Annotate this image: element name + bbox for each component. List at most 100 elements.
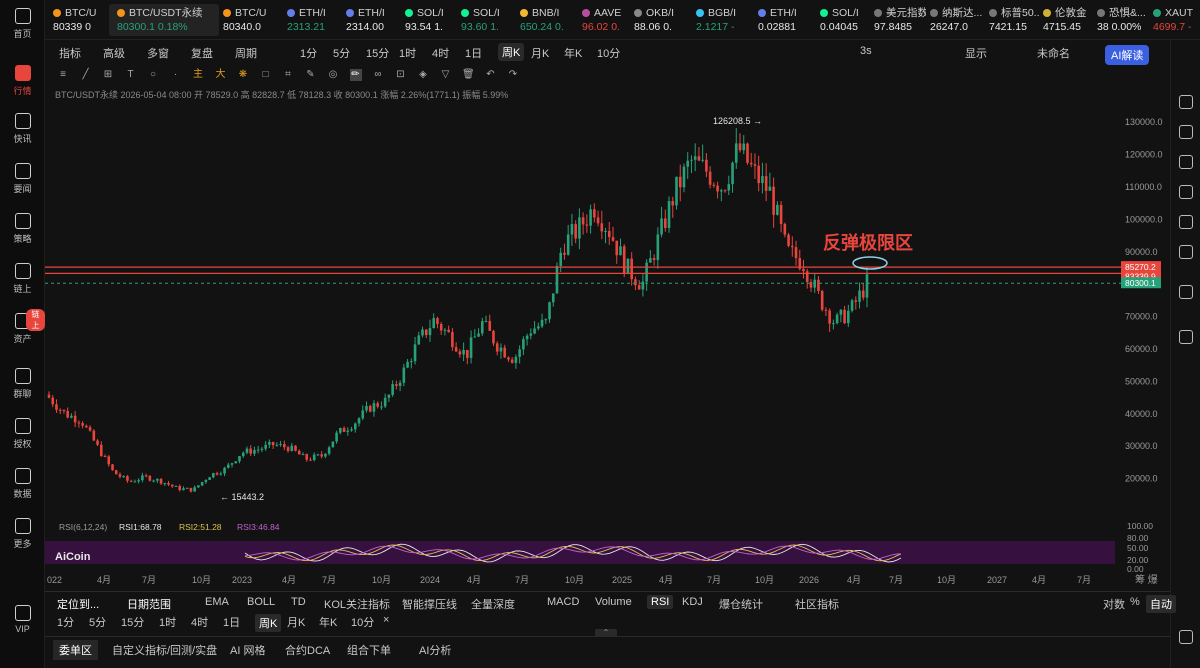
period-tab[interactable]: 1分: [57, 614, 74, 630]
indicator-tab[interactable]: 社区指标: [795, 596, 839, 612]
draw-tool-icon[interactable]: ↶: [485, 69, 497, 81]
period-tab[interactable]: 1时: [159, 614, 176, 630]
period-tab[interactable]: 10分: [351, 614, 374, 630]
tool-icon[interactable]: [1179, 95, 1193, 109]
draw-tool-icon[interactable]: 主: [192, 69, 204, 81]
draw-tool-icon[interactable]: 🗑: [462, 69, 475, 81]
ticker-item[interactable]: 伦敦金 4715.45: [1043, 6, 1093, 34]
toolbar-period-button[interactable]: 周期: [235, 45, 257, 61]
sidebar-item-wallet[interactable]: 资产 链上: [0, 309, 45, 345]
indicator-tab[interactable]: Volume: [595, 596, 632, 608]
sidebar-item-robot[interactable]: 策略: [0, 213, 45, 245]
bottom-tab[interactable]: 合约DCA: [285, 642, 330, 658]
ticker-item[interactable]: 纳斯达... 26247.0: [930, 6, 985, 34]
draw-tool-icon[interactable]: ◎: [327, 69, 339, 81]
tool-icon[interactable]: [1179, 155, 1193, 169]
draw-tool-icon[interactable]: ✏: [349, 69, 362, 81]
draw-tool-icon[interactable]: ∞: [372, 69, 384, 81]
tab-period-4[interactable]: 4时: [432, 45, 449, 61]
ticker-item[interactable]: BTC/USDT永续 80300.1 0.18%: [109, 4, 219, 36]
ticker-item[interactable]: BTC/U 80340.0: [223, 6, 283, 34]
bottom-tab[interactable]: 组合下单: [347, 642, 391, 658]
bottom-tab[interactable]: 自定义指标/回测/实盘: [112, 642, 217, 658]
tab-period-0[interactable]: 1分: [300, 45, 317, 61]
toolbar-replay-button[interactable]: 复盘: [191, 45, 213, 61]
display-toggle[interactable]: 显示: [965, 45, 987, 61]
ticker-item[interactable]: OKB/I 88.06 0.: [634, 6, 692, 34]
ai-analysis-button[interactable]: AI解读: [1105, 45, 1150, 65]
sidebar-item-headline[interactable]: 要闻: [0, 163, 45, 195]
ticker-item[interactable]: ETH/I 2313.21: [287, 6, 342, 34]
indicator-tab[interactable]: TD: [291, 596, 306, 608]
ticker-item[interactable]: AAVE 96.02 0.: [582, 6, 630, 34]
sidebar-item-key[interactable]: 授权: [0, 418, 45, 450]
sidebar-item-home[interactable]: 首页: [0, 8, 45, 40]
indicator-tab[interactable]: KOL关注指标: [324, 596, 390, 612]
tab-period-9[interactable]: 10分: [597, 45, 620, 61]
tab-period-1[interactable]: 5分: [333, 45, 350, 61]
tool-icon[interactable]: [1179, 125, 1193, 139]
draw-tool-icon[interactable]: ·: [170, 69, 182, 81]
ticker-item[interactable]: BTC/U 80339 0: [53, 6, 105, 34]
bottom-tab[interactable]: AI 网格: [230, 642, 265, 658]
indicator-tab[interactable]: RSI: [647, 595, 674, 609]
ticker-item[interactable]: 恐惧&... 38 0.00%: [1097, 6, 1149, 34]
sidebar-item-chat[interactable]: 群聊: [0, 368, 45, 400]
toolbar-indicator-button[interactable]: 指标: [59, 45, 81, 61]
sidebar-item-market[interactable]: 行情: [0, 65, 45, 97]
locate-to-button[interactable]: 定位到...: [57, 596, 99, 612]
refresh-interval[interactable]: 3s: [860, 45, 872, 57]
draw-tool-icon[interactable]: □: [260, 69, 272, 81]
tool-icon[interactable]: [1179, 245, 1193, 259]
ticker-item[interactable]: ETH/I 2314.00: [346, 6, 401, 34]
tool-icon[interactable]: [1179, 185, 1193, 199]
draw-tool-icon[interactable]: ❋: [237, 69, 249, 81]
tool-icon[interactable]: [1179, 330, 1193, 344]
ticker-item[interactable]: BNB/I 650.24 0.: [520, 6, 578, 34]
tab-period-2[interactable]: 15分: [366, 45, 389, 61]
period-tab[interactable]: 年K: [319, 614, 337, 630]
period-tab[interactable]: 5分: [89, 614, 106, 630]
bottom-tab[interactable]: 委单区: [53, 640, 98, 660]
period-tab[interactable]: 1日: [223, 614, 240, 630]
tab-period-6[interactable]: 周K: [498, 43, 525, 61]
sidebar-item-news[interactable]: 快讯: [0, 113, 45, 145]
draw-tool-icon[interactable]: ╱: [80, 69, 92, 81]
indicator-tab[interactable]: 智能撑压线: [402, 596, 457, 612]
period-tab[interactable]: 月K: [287, 614, 305, 630]
draw-tool-icon[interactable]: ▽: [440, 69, 452, 81]
draw-tool-icon[interactable]: ⊞: [102, 69, 114, 81]
indicator-tab[interactable]: EMA: [205, 596, 229, 608]
draw-tool-icon[interactable]: T: [125, 69, 137, 81]
toolbar-multi-window-button[interactable]: 多窗: [147, 45, 169, 61]
log-scale-toggle[interactable]: 对数: [1103, 596, 1125, 612]
period-tab[interactable]: 4时: [191, 614, 208, 630]
price-chart[interactable]: BTC/USDT永续 2026-05-04 08:00 开 78529.0 高 …: [45, 86, 1163, 586]
sidebar-item-vip[interactable]: VIP: [0, 605, 45, 634]
draw-tool-icon[interactable]: ⌗: [282, 69, 294, 81]
draw-tool-icon[interactable]: ✎: [305, 69, 317, 81]
toolbar-advanced-button[interactable]: 高级: [103, 45, 125, 61]
indicator-tab[interactable]: BOLL: [247, 596, 275, 608]
period-tab[interactable]: ×: [383, 614, 389, 626]
tab-period-3[interactable]: 1时: [399, 45, 416, 61]
tool-icon[interactable]: [1179, 630, 1193, 644]
auto-scale-toggle[interactable]: 自动: [1146, 595, 1176, 613]
tab-period-8[interactable]: 年K: [564, 45, 582, 61]
indicator-tab[interactable]: 全量深度: [471, 596, 515, 612]
ticker-item[interactable]: 标普50... 7421.15: [989, 6, 1039, 34]
draw-tool-icon[interactable]: ↷: [507, 69, 519, 81]
draw-tool-icon[interactable]: ◈: [417, 69, 429, 81]
draw-tool-icon[interactable]: ⊡: [395, 69, 407, 81]
ticker-item[interactable]: ETH/I 0.02881: [758, 6, 816, 34]
tab-period-5[interactable]: 1日: [465, 45, 482, 61]
sidebar-item-chain[interactable]: 链上: [0, 263, 45, 295]
sidebar-item-grid[interactable]: 更多: [0, 518, 45, 550]
layout-name[interactable]: 未命名: [1037, 45, 1070, 61]
bottom-tab[interactable]: AI分析: [419, 642, 451, 658]
percent-toggle[interactable]: %: [1130, 596, 1140, 608]
ticker-item[interactable]: 美元指数 97.8485: [874, 6, 926, 34]
ticker-item[interactable]: BGB/I 2.1217 -: [696, 6, 754, 34]
indicator-tab[interactable]: MACD: [547, 596, 579, 608]
ticker-item[interactable]: SOL/I 93.60 1.: [461, 6, 516, 34]
